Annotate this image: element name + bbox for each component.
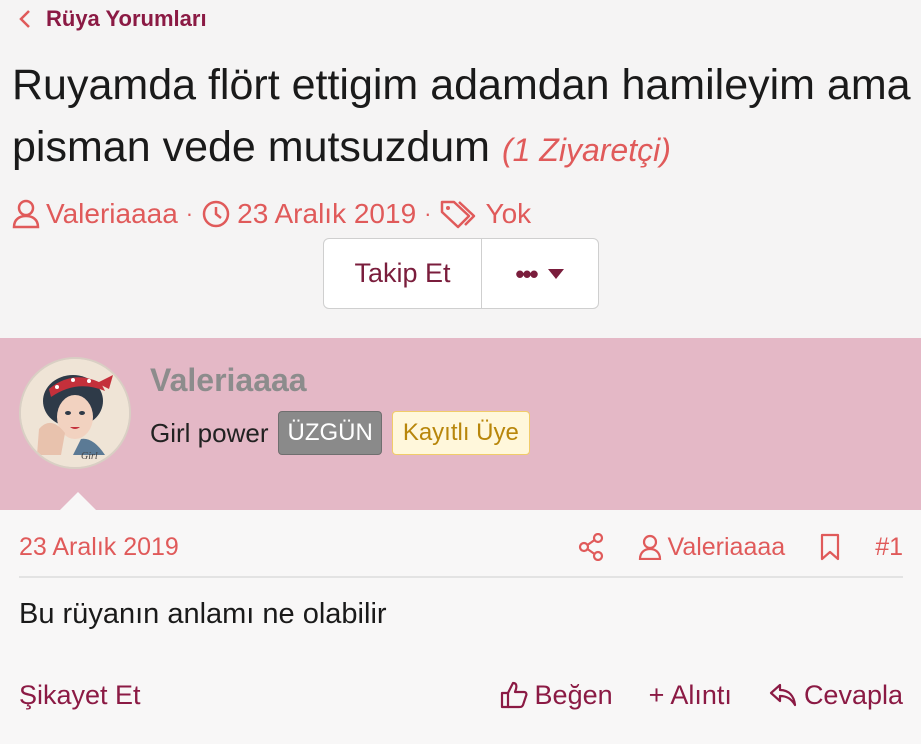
post-number[interactable]: #1 [875,533,903,562]
post-pointer [60,492,96,510]
svg-text:Girl: Girl [81,451,98,462]
thread-tags[interactable]: Yok [485,198,531,230]
reply-label: Cevapla [803,679,903,710]
quote-button[interactable]: + Alıntı [649,680,732,711]
avatar[interactable]: Girl [19,357,131,469]
bookmark-icon[interactable] [819,533,841,561]
thread-actions: Takip Et ••• [323,238,599,309]
thread-author[interactable]: Valeriaaaa [46,198,178,230]
like-label: Beğen [534,679,613,710]
post-footer: Şikayet Et Beğen + Alıntı Cevapla [19,672,903,718]
reply-button[interactable]: Cevapla [768,680,903,711]
post-divider [19,576,903,578]
like-button[interactable]: Beğen [499,680,613,711]
page-title: Ruyamda flört ettigim adamdan hamileyim … [12,54,912,181]
user-title: Girl power [150,417,269,448]
mood-badge: ÜZGÜN [278,411,382,455]
thread-title: Ruyamda flört ettigim adamdan hamileyim … [12,61,911,171]
role-badge: Kayıtlı Üye [391,411,530,455]
user-badges: Girl power ÜZGÜN Kayıtlı Üye [150,410,530,456]
report-button[interactable]: Şikayet Et [19,680,499,711]
post-author: Valeriaaaa [667,532,786,561]
share-icon[interactable] [578,533,604,561]
meta-separator: · [424,201,432,226]
thread-date[interactable]: 23 Aralık 2019 [237,198,416,230]
post-date[interactable]: 23 Aralık 2019 [19,533,578,562]
clock-icon [202,200,230,228]
thumbs-up-icon [500,681,528,709]
follow-button[interactable]: Takip Et [324,239,482,308]
user-name[interactable]: Valeriaaaa [150,362,307,399]
user-icon [638,534,661,560]
tags-icon [441,200,476,229]
more-dots-icon: ••• [515,258,538,289]
breadcrumb[interactable]: Rüya Yorumları [18,4,207,34]
meta-separator: · [185,201,194,226]
visitor-count: (1 Ziyaretçi) [501,132,671,168]
breadcrumb-label: Rüya Yorumları [46,6,207,31]
post-header: 23 Aralık 2019 Valeriaaaa #1 [19,524,903,570]
reply-icon [769,683,797,707]
post-author-link[interactable]: Valeriaaaa [638,532,786,562]
more-options-button[interactable]: ••• [482,239,598,308]
avatar-image: Girl [21,359,129,467]
chevron-left-icon [19,10,30,28]
thread-meta: Valeriaaaa · 23 Aralık 2019 · Yok [12,196,531,232]
post-body: Bu rüyanın anlamı ne olabilir [19,598,387,630]
user-icon [12,199,40,229]
caret-down-icon [547,268,564,279]
